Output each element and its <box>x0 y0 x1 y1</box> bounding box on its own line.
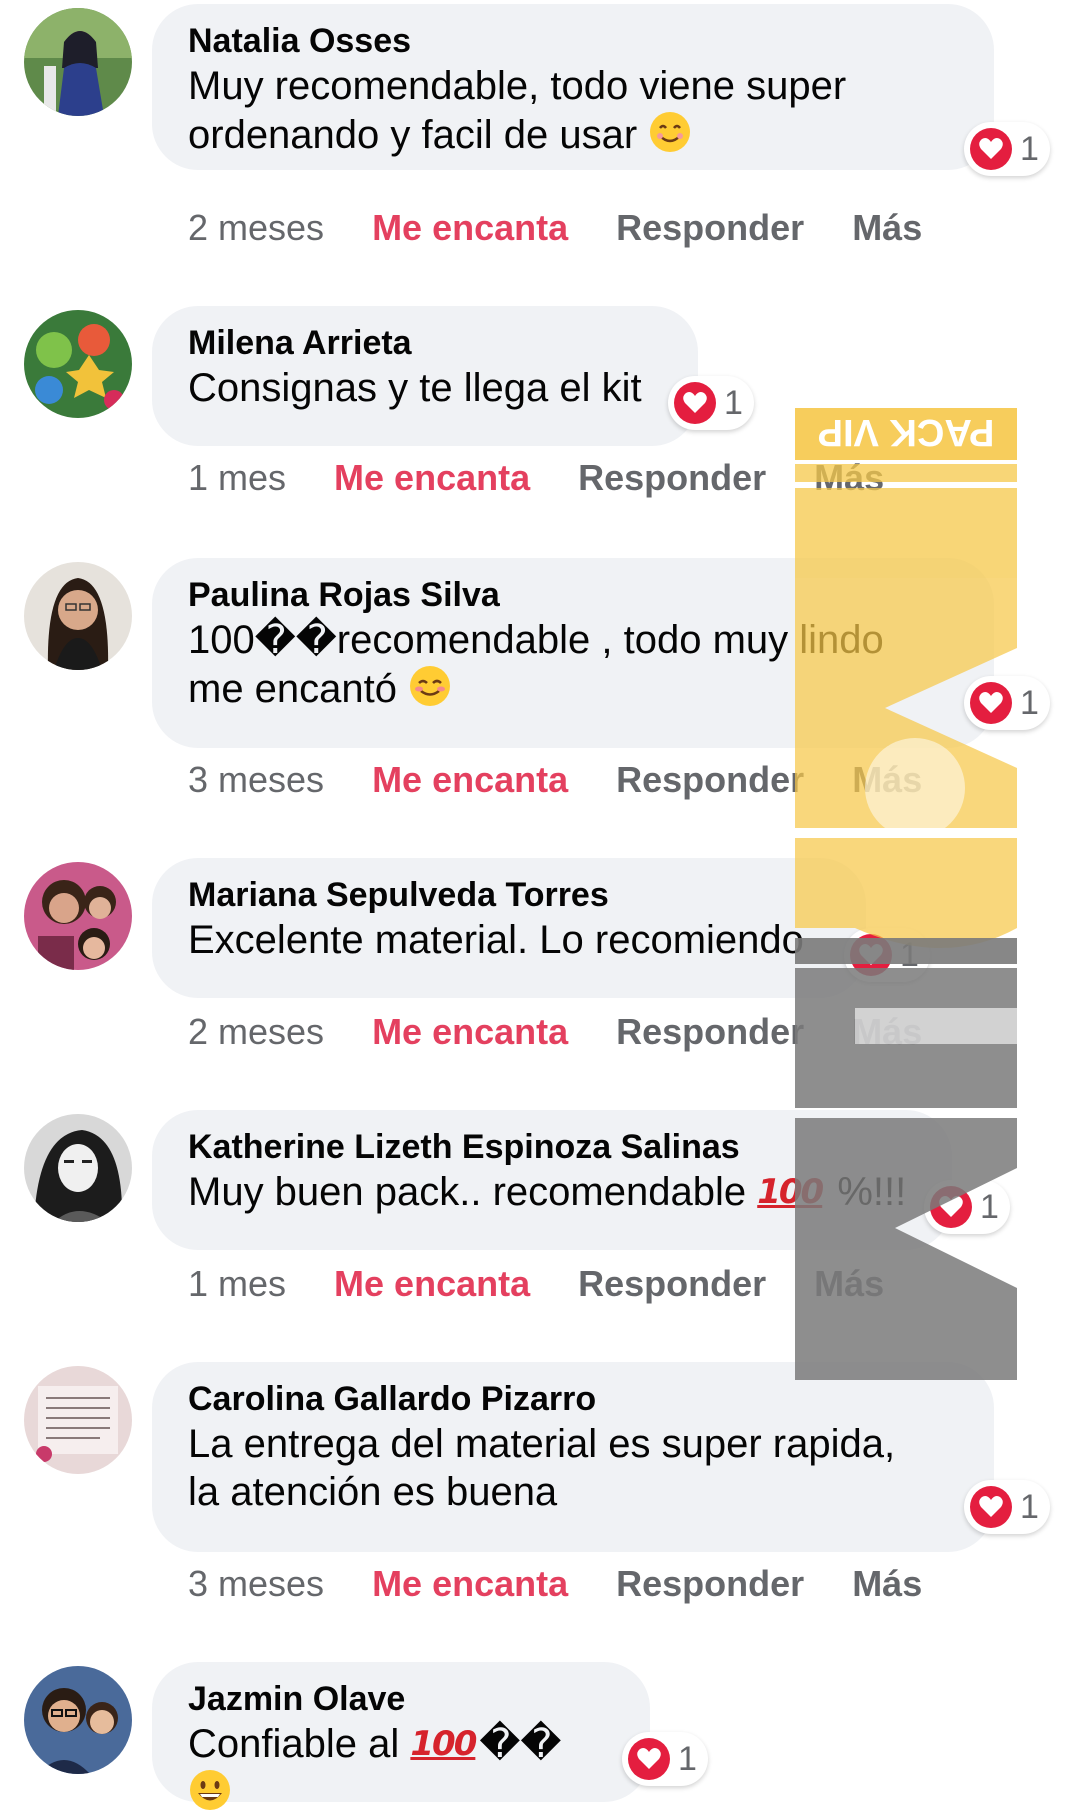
reaction-summary[interactable]: 1 <box>668 376 754 430</box>
avatar[interactable] <box>24 8 132 116</box>
comment-actions: 3 meses Me encanta Responder Más <box>188 1562 970 1606</box>
reply-button[interactable]: Responder <box>616 1562 804 1606</box>
reaction-count: 1 <box>1020 1487 1039 1526</box>
comment-timestamp[interactable]: 2 meses <box>188 206 324 250</box>
comment-timestamp[interactable]: 1 mes <box>188 456 286 500</box>
reply-button[interactable]: Responder <box>616 1010 804 1054</box>
heart-icon <box>674 382 716 424</box>
avatar[interactable] <box>24 1666 132 1774</box>
blushing-face-icon <box>408 664 452 708</box>
reply-button[interactable]: Responder <box>578 456 766 500</box>
comment-text: Consignas y te llega el kit <box>188 366 642 410</box>
comment-bubble: Milena Arrieta Consignas y te llega el k… <box>152 306 698 446</box>
avatar[interactable] <box>24 862 132 970</box>
smiling-face-icon <box>648 110 692 154</box>
reaction-summary[interactable]: 1 <box>964 122 1050 176</box>
comment-timestamp[interactable]: 3 meses <box>188 1562 324 1606</box>
heart-icon <box>930 1186 972 1228</box>
comment-actions: 1 mes Me encanta Responder Más <box>188 1262 932 1306</box>
reply-button[interactable]: Responder <box>578 1262 766 1306</box>
love-reaction-button[interactable]: Me encanta <box>372 758 568 802</box>
more-button[interactable]: Más <box>814 1262 884 1306</box>
grinning-face-icon <box>188 1768 232 1812</box>
reaction-summary[interactable]: 1 <box>964 1480 1050 1534</box>
avatar[interactable] <box>24 1114 132 1222</box>
comment-author[interactable]: Mariana Sepulveda Torres <box>188 874 828 916</box>
avatar[interactable] <box>24 562 132 670</box>
reply-button[interactable]: Responder <box>616 758 804 802</box>
reaction-count: 1 <box>980 1187 999 1226</box>
comment-bubble: Mariana Sepulveda Torres Excelente mater… <box>152 858 866 998</box>
comment-timestamp[interactable]: 1 mes <box>188 1262 286 1306</box>
comment-author[interactable]: Jazmin Olave <box>188 1678 612 1720</box>
love-reaction-button[interactable]: Me encanta <box>372 1010 568 1054</box>
reaction-summary[interactable]: 1 <box>844 928 930 982</box>
love-reaction-button[interactable]: Me encanta <box>372 206 568 250</box>
watermark-label: PACK VIP <box>818 411 995 453</box>
comment-bubble: Paulina Rojas Silva 100��recomendable , … <box>152 558 994 748</box>
comment-timestamp[interactable]: 2 meses <box>188 1010 324 1054</box>
heart-icon <box>850 934 892 976</box>
more-button[interactable]: Más <box>852 1562 922 1606</box>
hundred-points-icon: 100 <box>410 1724 477 1764</box>
comment-author[interactable]: Milena Arrieta <box>188 322 660 364</box>
comment-author[interactable]: Katherine Lizeth Espinoza Salinas <box>188 1126 914 1168</box>
comment-bubble: Natalia Osses Muy recomendable, todo vie… <box>152 4 994 170</box>
comment-actions: 2 meses Me encanta Responder Más <box>188 1010 970 1054</box>
heart-icon <box>970 1486 1012 1528</box>
comment-text: Excelente material. Lo recomiendo <box>188 918 804 962</box>
comment-text: Muy recomendable, todo viene super orden… <box>188 64 847 157</box>
comment-timestamp[interactable]: 3 meses <box>188 758 324 802</box>
love-reaction-button[interactable]: Me encanta <box>334 456 530 500</box>
comment-bubble: Carolina Gallardo Pizarro La entrega del… <box>152 1362 994 1552</box>
comment-text: Confiable al 100 �� <box>188 1720 612 1817</box>
reaction-count: 1 <box>724 383 743 422</box>
heart-icon <box>970 128 1012 170</box>
avatar[interactable] <box>24 1366 132 1474</box>
reply-button[interactable]: Responder <box>616 206 804 250</box>
comment-author[interactable]: Natalia Osses <box>188 20 956 62</box>
more-button[interactable]: Más <box>814 456 884 500</box>
reaction-count: 1 <box>1020 129 1039 168</box>
comment-actions: 1 mes Me encanta Responder Más <box>188 456 932 500</box>
comment-bubble: Katherine Lizeth Espinoza Salinas Muy bu… <box>152 1110 952 1250</box>
reaction-count: 1 <box>678 1739 697 1778</box>
reaction-summary[interactable]: 1 <box>622 1732 708 1786</box>
comment-bubble: Jazmin Olave Confiable al 100 �� <box>152 1662 650 1810</box>
comment-author[interactable]: Paulina Rojas Silva <box>188 574 956 616</box>
avatar[interactable] <box>24 310 132 418</box>
love-reaction-button[interactable]: Me encanta <box>372 1562 568 1606</box>
reaction-count: 1 <box>1020 683 1039 722</box>
reaction-count: 1 <box>900 935 919 974</box>
comment-author[interactable]: Carolina Gallardo Pizarro <box>188 1378 956 1420</box>
reaction-summary[interactable]: 1 <box>964 676 1050 730</box>
heart-icon <box>628 1738 670 1780</box>
more-button[interactable]: Más <box>852 206 922 250</box>
hundred-points-icon: 100 <box>757 1172 824 1212</box>
reaction-summary[interactable]: 1 <box>924 1180 1010 1234</box>
love-reaction-button[interactable]: Me encanta <box>334 1262 530 1306</box>
comment-text: Muy buen pack.. recomendable 100 %!!! <box>188 1170 907 1214</box>
comment-text: 100��recomendable , todo muy lindo me enc… <box>188 618 884 711</box>
heart-icon <box>970 682 1012 724</box>
comment-actions: 3 meses Me encanta Responder Más <box>188 758 970 802</box>
more-button[interactable]: Más <box>852 1010 922 1054</box>
comment-text: La entrega del material es super rapida,… <box>188 1422 896 1514</box>
more-button[interactable]: Más <box>852 758 922 802</box>
comment-actions: 2 meses Me encanta Responder Más <box>188 206 970 250</box>
